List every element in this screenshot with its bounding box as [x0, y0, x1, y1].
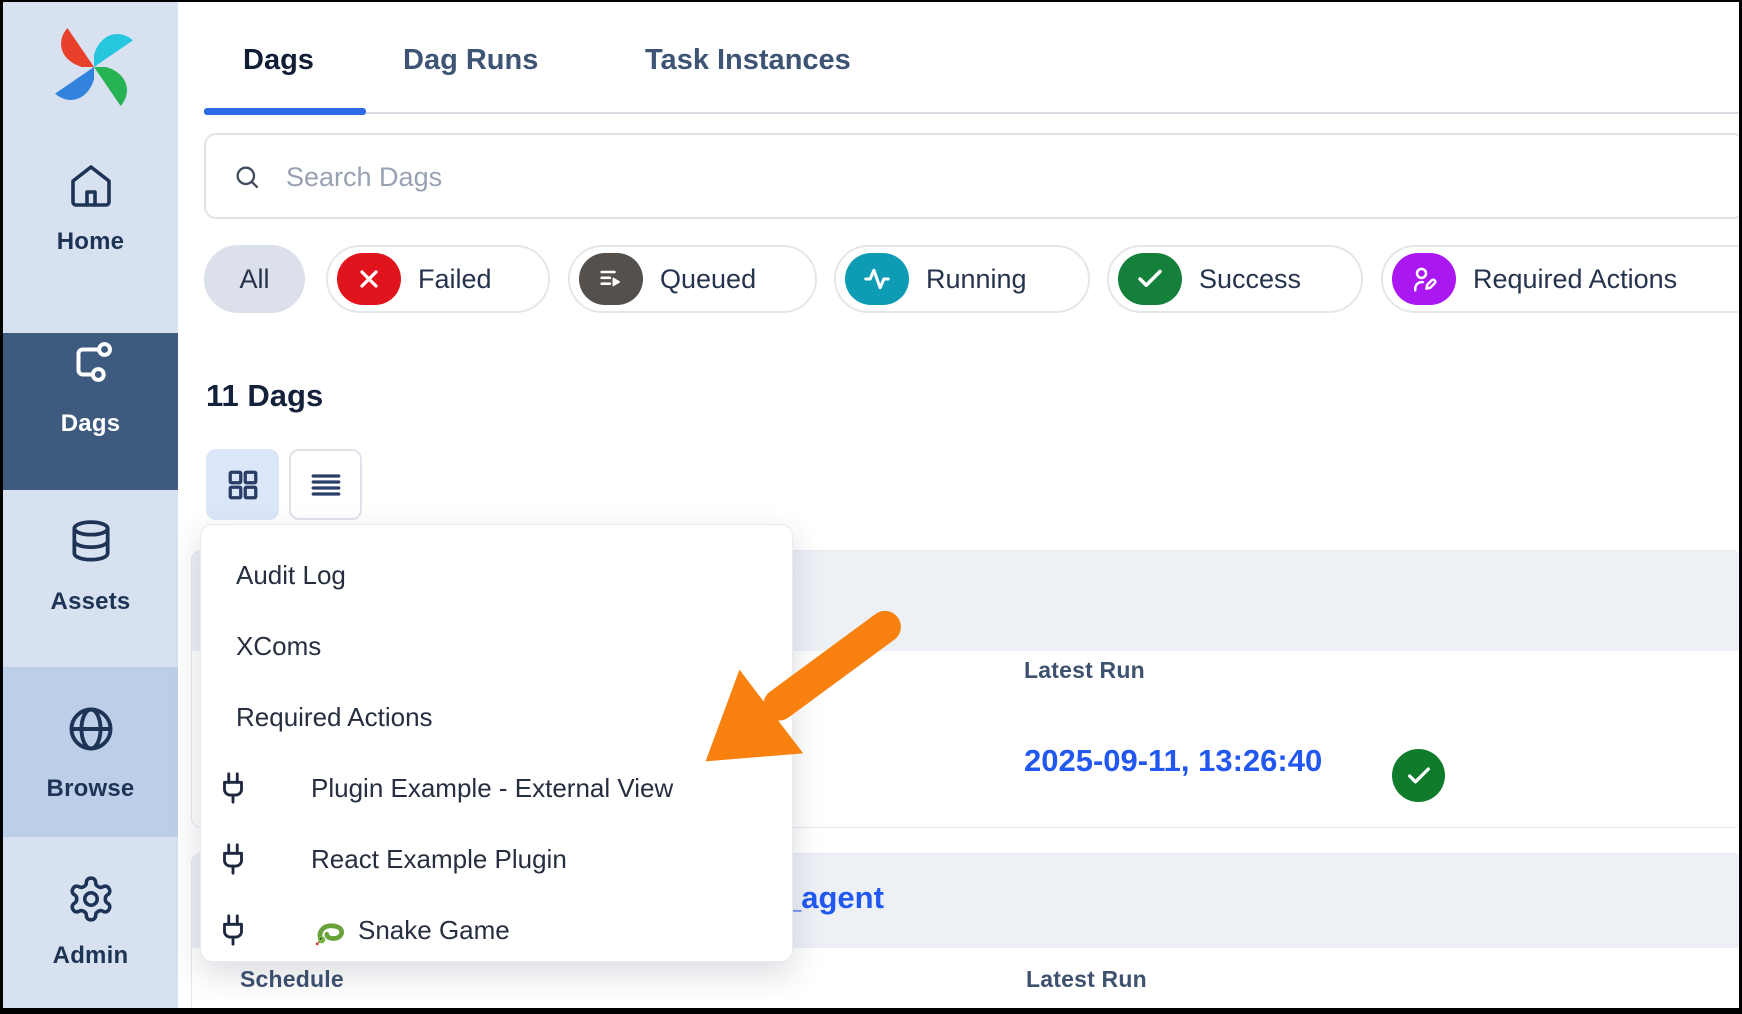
- filter-pill-queued[interactable]: Queued: [568, 245, 817, 313]
- airflow-logo[interactable]: [53, 26, 135, 108]
- search-input[interactable]: [284, 135, 1588, 219]
- menu-item-snake-game[interactable]: Snake Game: [201, 895, 792, 965]
- sidebar-item-label: Home: [3, 228, 178, 256]
- menu-item-label: React Example Plugin: [311, 844, 567, 875]
- menu-item-label: Audit Log: [236, 560, 346, 591]
- success-status-badge: [1118, 253, 1182, 305]
- filter-label: All: [239, 264, 269, 295]
- x-icon: [355, 265, 383, 293]
- sidebar: Home Dags Assets: [3, 2, 178, 1008]
- latest-run-label: Latest Run: [1024, 657, 1145, 684]
- sidebar-item-label: Browse: [3, 775, 178, 803]
- sidebar-item-admin[interactable]: Admin: [3, 874, 178, 970]
- plug-icon: [215, 771, 251, 805]
- list-icon: [308, 467, 344, 503]
- tabs-divider: [204, 112, 1739, 114]
- sidebar-item-dags[interactable]: Dags: [3, 338, 178, 438]
- plug-icon: [215, 913, 251, 947]
- filter-label: Required Actions: [1473, 264, 1677, 295]
- schedule-label: Schedule: [240, 966, 344, 993]
- filter-label: Queued: [660, 264, 756, 295]
- queued-status-badge: [579, 253, 643, 305]
- filter-pill-success[interactable]: Success: [1107, 245, 1363, 313]
- snake-emoji: [311, 913, 349, 947]
- browse-dropdown-menu: Audit Log XComs Required Actions Plugin …: [200, 524, 793, 962]
- filter-pill-all[interactable]: All: [204, 245, 305, 313]
- menu-item-xcoms[interactable]: XComs: [201, 611, 792, 681]
- filter-pill-running[interactable]: Running: [834, 245, 1090, 313]
- sidebar-item-browse[interactable]: Browse: [3, 703, 178, 803]
- latest-run-label: Latest Run: [1026, 966, 1147, 993]
- menu-item-label: Required Actions: [236, 702, 433, 733]
- grid-view-button[interactable]: [206, 449, 279, 520]
- filter-label: Running: [926, 264, 1027, 295]
- list-view-button[interactable]: [289, 449, 362, 520]
- menu-item-label: XComs: [236, 631, 321, 662]
- menu-item-audit-log[interactable]: Audit Log: [201, 540, 792, 610]
- dag-count-heading: 11 Dags: [206, 378, 323, 414]
- sidebar-item-label: Assets: [3, 588, 178, 616]
- running-status-badge: [845, 253, 909, 305]
- plug-icon: [215, 842, 251, 876]
- database-icon: [3, 518, 178, 568]
- filter-label: Failed: [418, 264, 492, 295]
- check-icon: [1405, 762, 1433, 790]
- pinwheel-blades: [55, 28, 133, 106]
- dag-name-link[interactable]: _agent: [784, 880, 884, 916]
- filter-pill-failed[interactable]: Failed: [326, 245, 550, 313]
- menu-item-required-actions[interactable]: Required Actions: [201, 682, 792, 752]
- queue-icon: [597, 265, 625, 293]
- sidebar-item-assets[interactable]: Assets: [3, 518, 178, 616]
- search-icon: [233, 163, 261, 191]
- dag-icon: [3, 338, 178, 388]
- grid-icon: [225, 467, 261, 503]
- latest-run-link[interactable]: 2025-09-11, 13:26:40: [1024, 743, 1322, 779]
- tab-dags[interactable]: Dags: [243, 44, 314, 77]
- menu-item-label: Plugin Example - External View: [311, 773, 673, 804]
- filter-pill-required-actions[interactable]: Required Actions: [1381, 245, 1739, 313]
- sidebar-item-label: Admin: [3, 942, 178, 970]
- search-box[interactable]: [204, 133, 1739, 219]
- sidebar-item-home[interactable]: Home: [3, 162, 178, 256]
- tab-dag-runs[interactable]: Dag Runs: [403, 44, 538, 77]
- gear-icon: [3, 874, 178, 924]
- menu-item-plugin-example-external-view[interactable]: Plugin Example - External View: [201, 753, 792, 823]
- home-icon: [3, 162, 178, 210]
- failed-status-badge: [337, 253, 401, 305]
- user-pen-icon: [1409, 264, 1439, 294]
- globe-icon: [3, 703, 178, 755]
- menu-item-label: Snake Game: [358, 915, 510, 946]
- app-window: Home Dags Assets: [3, 2, 1739, 1008]
- screenshot-frame: Home Dags Assets: [0, 0, 1742, 1014]
- run-success-badge[interactable]: [1392, 749, 1445, 802]
- tab-task-instances[interactable]: Task Instances: [645, 44, 851, 77]
- filter-label: Success: [1199, 264, 1301, 295]
- activity-icon: [862, 264, 892, 294]
- sidebar-item-label: Dags: [3, 410, 178, 438]
- menu-item-react-example-plugin[interactable]: React Example Plugin: [201, 824, 792, 894]
- check-icon: [1135, 264, 1165, 294]
- required-actions-status-badge: [1392, 253, 1456, 305]
- active-tab-underline: [204, 108, 366, 115]
